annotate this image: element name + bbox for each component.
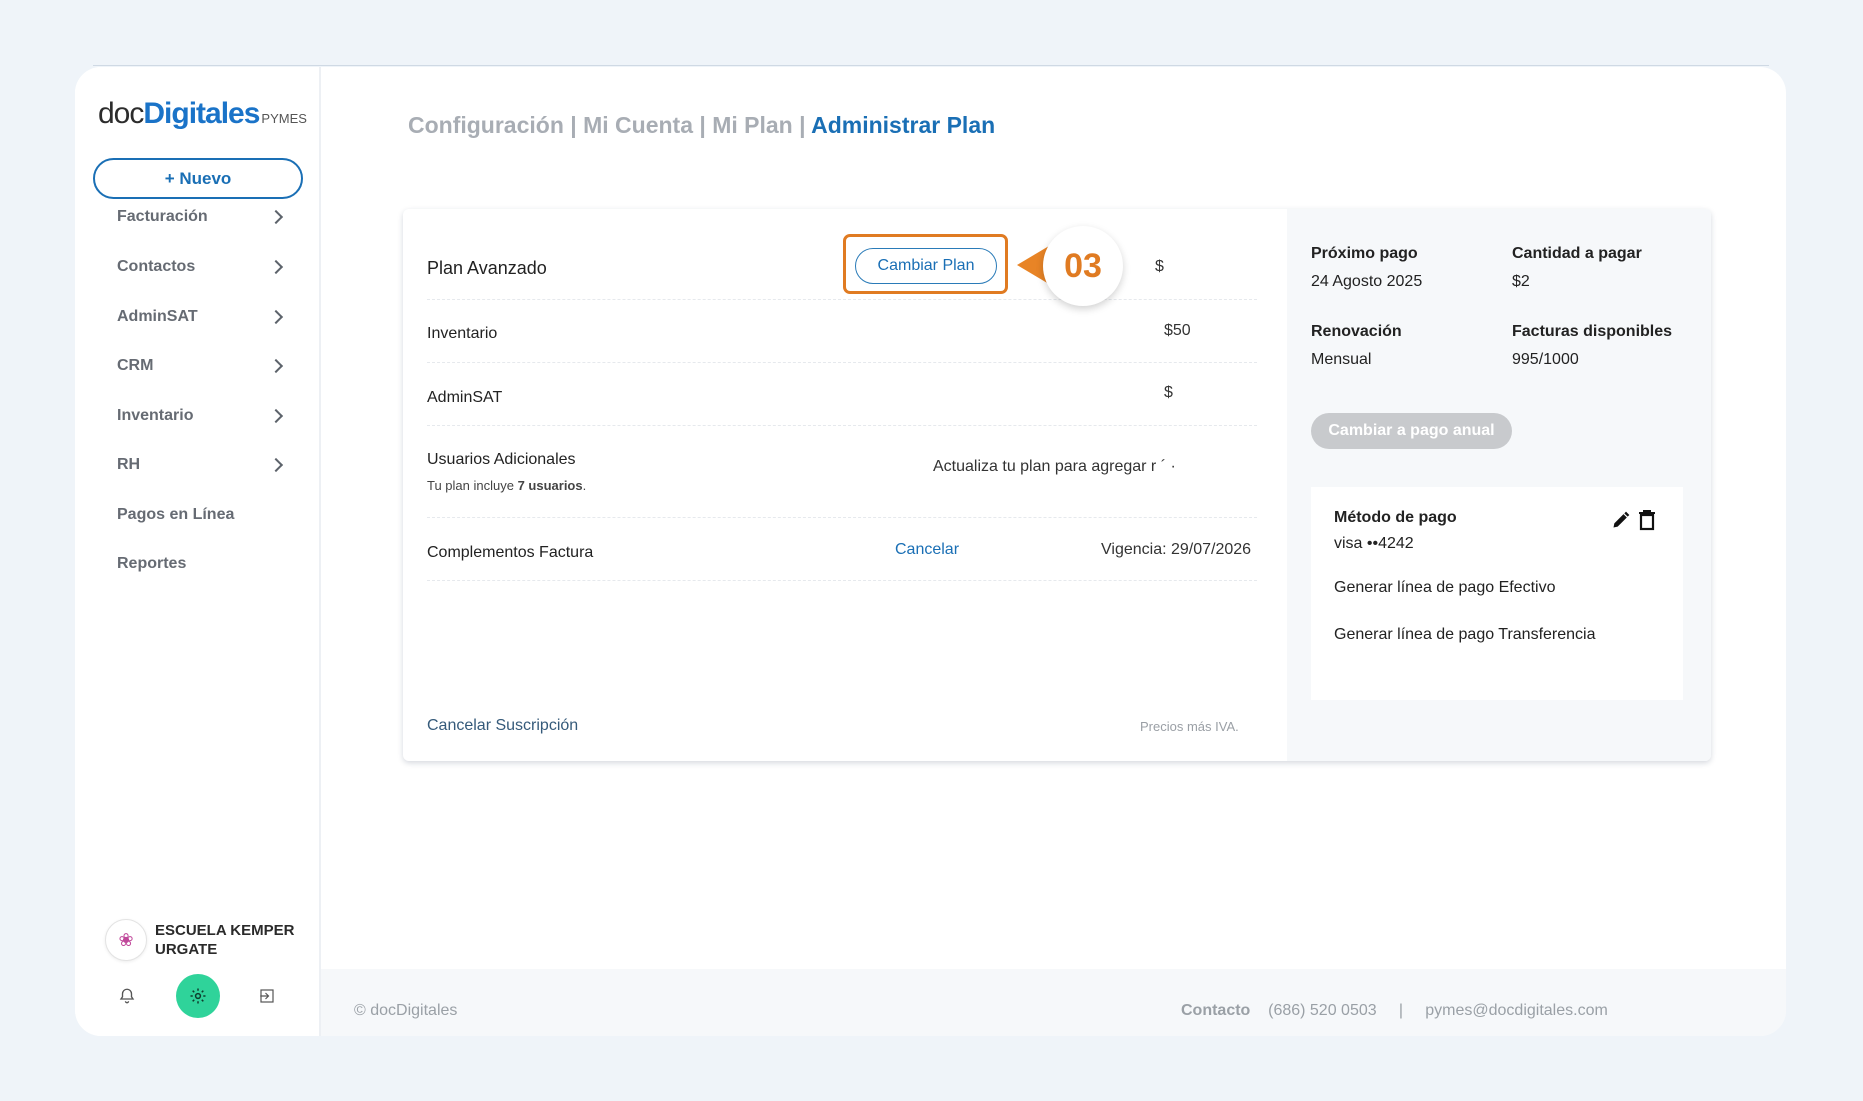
sidebar-item-label: Contactos: [117, 258, 196, 275]
sidebar-item-label: Pagos en Línea: [117, 506, 235, 523]
sidebar-item-reportes[interactable]: Reportes: [117, 549, 287, 579]
amount-label: Cantidad a pagar: [1512, 245, 1642, 262]
breadcrumb-separator: |: [693, 112, 713, 138]
sidebar: docDigitales PYMES + Nuevo Facturación Co…: [75, 67, 321, 1036]
cash-payment-link[interactable]: Generar línea de pago Efectivo: [1334, 579, 1555, 597]
chevron-right-icon: [268, 358, 284, 374]
footer-separator: |: [1398, 1002, 1404, 1019]
amount-value: $2: [1512, 273, 1530, 290]
renewal-value: Mensual: [1311, 351, 1372, 368]
addon-label: Inventario: [427, 325, 498, 342]
addon-row-inventario: Inventario $50: [427, 300, 1257, 363]
chevron-right-icon: [268, 309, 284, 325]
plan-name: Plan Avanzado: [427, 258, 547, 278]
footer: © docDigitales Contacto (686) 520 0503 |…: [321, 969, 1786, 1036]
chevron-right-icon: [268, 209, 284, 225]
new-button[interactable]: + Nuevo: [93, 158, 303, 199]
payment-method-label: Método de pago: [1334, 509, 1457, 526]
app-window: docDigitales PYMES + Nuevo Facturación Co…: [75, 67, 1786, 1036]
copyright: © docDigitales: [354, 1002, 458, 1019]
addon-row-complementos: Complementos Factura Cancelar Vigencia: …: [427, 518, 1257, 581]
bell-icon[interactable]: [105, 974, 149, 1018]
org-name: ESCUELA KEMPER URGATE: [155, 922, 295, 958]
sidebar-item-label: CRM: [117, 357, 154, 374]
chevron-right-icon: [268, 457, 284, 473]
organization-switcher[interactable]: ❀ ESCUELA KEMPER URGATE: [105, 919, 305, 961]
plan-details: Plan Avanzado $ Cambiar Plan 03 Inventar…: [403, 209, 1287, 761]
top-divider: [93, 65, 1769, 66]
contact-phone[interactable]: (686) 520 0503: [1268, 1002, 1377, 1019]
gear-icon[interactable]: [176, 974, 220, 1018]
sidebar-item-crm[interactable]: CRM: [117, 351, 287, 381]
sidebar-item-inventario[interactable]: Inventario: [117, 401, 287, 431]
cancel-subscription-link[interactable]: Cancelar Suscripción: [427, 717, 578, 735]
billing-panel: Próximo pago 24 Agosto 2025 Cantidad a p…: [1287, 209, 1711, 761]
sidebar-item-facturacion[interactable]: Facturación: [117, 202, 287, 232]
sidebar-item-adminsat[interactable]: AdminSAT: [117, 302, 287, 332]
plan-card: Plan Avanzado $ Cambiar Plan 03 Inventar…: [403, 209, 1711, 761]
breadcrumb-mi-cuenta[interactable]: Mi Cuenta: [583, 112, 693, 138]
chevron-right-icon: [268, 408, 284, 424]
breadcrumb: Configuración | Mi Cuenta | Mi Plan | Ad…: [408, 112, 995, 139]
footer-contact: Contacto (686) 520 0503 | pymes@docdigit…: [1181, 1002, 1608, 1020]
sidebar-item-rh[interactable]: RH: [117, 450, 287, 480]
breadcrumb-separator: |: [792, 112, 812, 138]
validity-date: Vigencia: 29/07/2026: [1101, 541, 1252, 558]
tax-note: Precios más IVA.: [1140, 719, 1239, 734]
invoices-label: Facturas disponibles: [1512, 323, 1673, 340]
breadcrumb-separator: |: [563, 112, 584, 138]
breadcrumb-mi-plan[interactable]: Mi Plan: [712, 112, 793, 138]
logout-icon[interactable]: [245, 974, 289, 1018]
step-callout: 03: [1043, 226, 1123, 306]
plan-row: Plan Avanzado $: [427, 209, 1257, 300]
note-end: .: [582, 478, 587, 493]
addon-label: Complementos Factura: [427, 544, 594, 561]
payment-method-box: Método de pago visa ••4242 Generar línea…: [1311, 487, 1683, 700]
addon-row-usuarios: Usuarios Adicionales Tu plan incluye 7 u…: [427, 426, 1257, 518]
sidebar-item-label: AdminSAT: [117, 308, 198, 325]
cancel-addon-link[interactable]: Cancelar: [895, 541, 959, 559]
note-bold: 7 usuarios: [517, 478, 583, 493]
sidebar-item-contactos[interactable]: Contactos: [117, 252, 287, 282]
addon-price: $50: [1164, 322, 1191, 339]
change-plan-button[interactable]: Cambiar Plan: [855, 248, 997, 284]
breadcrumb-current: Administrar Plan: [811, 112, 996, 138]
logo-part-digitales: Digitales: [143, 97, 260, 130]
plan-price: $: [1155, 258, 1164, 275]
edit-icon[interactable]: [1611, 510, 1631, 535]
note-text: Tu plan incluye: [427, 478, 518, 493]
chevron-right-icon: [268, 259, 284, 275]
card-number: visa ••4242: [1334, 535, 1414, 552]
next-payment-value: 24 Agosto 2025: [1311, 273, 1423, 290]
addon-row-adminsat: AdminSAT $: [427, 363, 1257, 426]
logo-part-doc: doc: [98, 97, 144, 130]
addon-price: $: [1164, 384, 1173, 401]
renewal-label: Renovación: [1311, 323, 1402, 340]
invoices-value: 995/1000: [1512, 351, 1579, 368]
sidebar-item-label: RH: [117, 456, 141, 473]
users-included-note: Tu plan incluye 7 usuarios.: [427, 478, 586, 493]
annual-payment-button[interactable]: Cambiar a pago anual: [1311, 413, 1512, 449]
upgrade-hint: Actualiza tu plan para agregar r ´ ·: [933, 458, 1176, 475]
transfer-payment-link[interactable]: Generar línea de pago Transferencia: [1334, 626, 1596, 644]
sidebar-item-pagos-en-linea[interactable]: Pagos en Línea: [117, 500, 287, 530]
contact-email[interactable]: pymes@docdigitales.com: [1425, 1002, 1608, 1019]
contact-label: Contacto: [1181, 1002, 1251, 1019]
addon-label: AdminSAT: [427, 389, 503, 406]
sidebar-item-label: Facturación: [117, 208, 208, 225]
sidebar-item-label: Reportes: [117, 555, 187, 572]
sidebar-item-label: Inventario: [117, 407, 194, 424]
org-avatar: ❀: [105, 919, 147, 961]
sidebar-bottom-icons: [75, 974, 321, 1020]
logo[interactable]: docDigitales PYMES: [98, 97, 307, 131]
trash-icon[interactable]: [1638, 509, 1656, 536]
addon-label: Usuarios Adicionales: [427, 451, 576, 468]
logo-suffix: PYMES: [261, 111, 307, 126]
breadcrumb-configuracion[interactable]: Configuración: [408, 112, 564, 138]
next-payment-label: Próximo pago: [1311, 245, 1418, 262]
